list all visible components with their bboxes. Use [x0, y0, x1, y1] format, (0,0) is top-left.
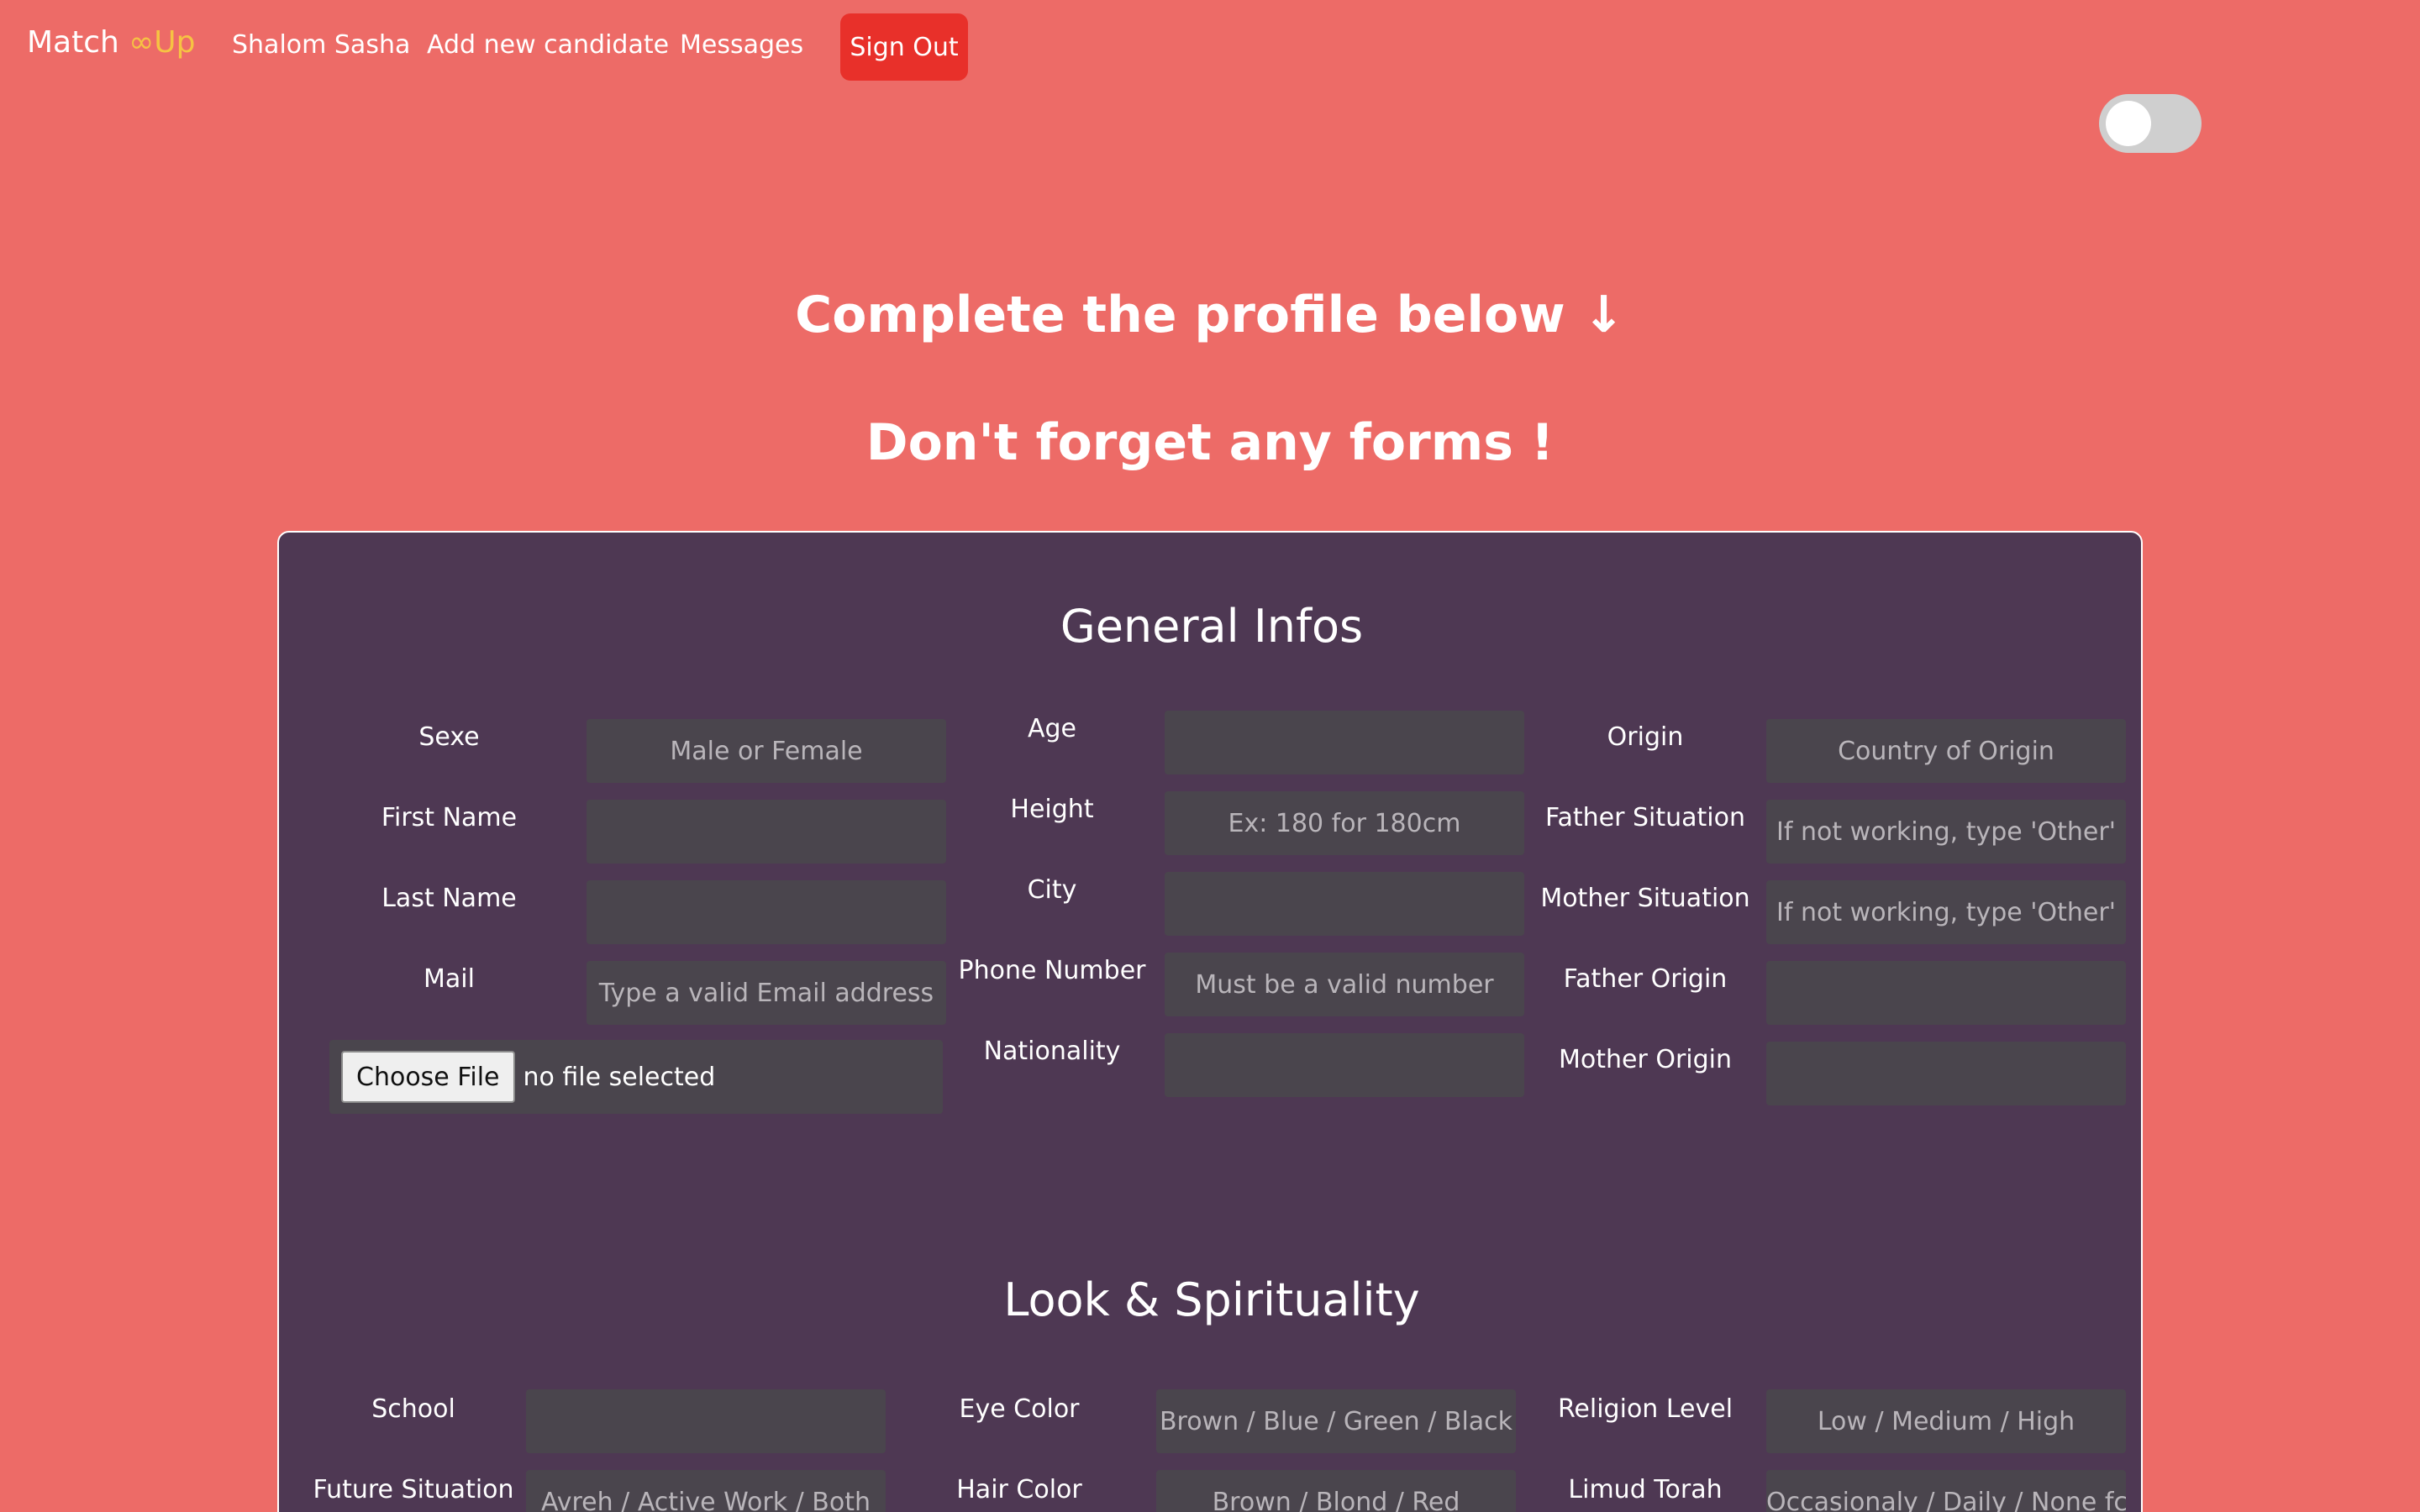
label-mail: Mail: [424, 964, 475, 994]
mother-situation-input[interactable]: [1766, 880, 2126, 944]
nationality-input[interactable]: [1165, 1033, 1524, 1097]
file-status: no file selected: [523, 1062, 716, 1092]
mother-origin-input[interactable]: [1766, 1042, 2126, 1105]
hair-color-input[interactable]: [1156, 1470, 1516, 1512]
origin-input[interactable]: [1766, 719, 2126, 783]
profile-form-card: General Infos Sexe First Name Last Name …: [277, 531, 2143, 1512]
label-father-origin: Father Origin: [1563, 964, 1728, 994]
navbar: Match ∞Up Shalom Sasha Add new candidate…: [0, 0, 2420, 96]
sign-out-button[interactable]: Sign Out: [840, 13, 968, 81]
label-phone-number: Phone Number: [958, 956, 1146, 985]
phone-input[interactable]: [1165, 953, 1524, 1016]
label-city: City: [1027, 875, 1077, 905]
brand-accent: ∞Up: [129, 25, 196, 60]
mail-input[interactable]: [587, 961, 946, 1025]
label-limud-torah: Limud Torah: [1568, 1475, 1723, 1504]
father-situation-input[interactable]: [1766, 800, 2126, 864]
label-father-situation: Father Situation: [1545, 803, 1745, 832]
label-first-name: First Name: [381, 803, 518, 832]
choose-file-button[interactable]: Choose File: [341, 1051, 515, 1103]
father-origin-input[interactable]: [1766, 961, 2126, 1025]
brand-logo[interactable]: Match ∞Up: [27, 25, 196, 60]
photo-upload: Choose File no file selected: [329, 1040, 943, 1114]
brand-name: Match: [27, 25, 129, 60]
city-input[interactable]: [1165, 872, 1524, 936]
label-height: Height: [1010, 795, 1094, 824]
label-school: School: [371, 1394, 455, 1424]
label-nationality: Nationality: [983, 1037, 1121, 1066]
label-future-situation: Future Situation: [313, 1475, 514, 1504]
label-mother-origin: Mother Origin: [1558, 1045, 1732, 1074]
label-age: Age: [1027, 714, 1077, 743]
future-situation-input[interactable]: [526, 1470, 886, 1512]
age-input[interactable]: [1165, 711, 1524, 774]
section-title-general: General Infos: [1060, 600, 1364, 653]
page-heading: Complete the profile below ↓: [795, 286, 1625, 344]
label-mother-situation: Mother Situation: [1540, 884, 1750, 913]
nav-link-add-candidate[interactable]: Add new candidate: [427, 30, 669, 60]
limud-torah-input[interactable]: [1766, 1470, 2126, 1512]
last-name-input[interactable]: [587, 880, 946, 944]
toggle-knob: [2106, 101, 2151, 146]
nav-link-greeting[interactable]: Shalom Sasha: [232, 30, 410, 60]
first-name-input[interactable]: [587, 800, 946, 864]
label-sexe: Sexe: [418, 722, 480, 752]
label-last-name: Last Name: [381, 884, 517, 913]
sexe-input[interactable]: [587, 719, 946, 783]
nav-link-messages[interactable]: Messages: [680, 30, 803, 60]
eye-color-input[interactable]: [1156, 1389, 1516, 1453]
school-input[interactable]: [526, 1389, 886, 1453]
height-input[interactable]: [1165, 791, 1524, 855]
page-subheading: Don't forget any forms !: [865, 413, 1555, 472]
label-religion-level: Religion Level: [1557, 1394, 1733, 1424]
religion-level-input[interactable]: [1766, 1389, 2126, 1453]
label-hair-color: Hair Color: [956, 1475, 1082, 1504]
theme-toggle[interactable]: [2099, 94, 2202, 153]
section-title-look: Look & Spirituality: [1003, 1273, 1420, 1326]
label-eye-color: Eye Color: [959, 1394, 1080, 1424]
label-origin: Origin: [1607, 722, 1684, 752]
